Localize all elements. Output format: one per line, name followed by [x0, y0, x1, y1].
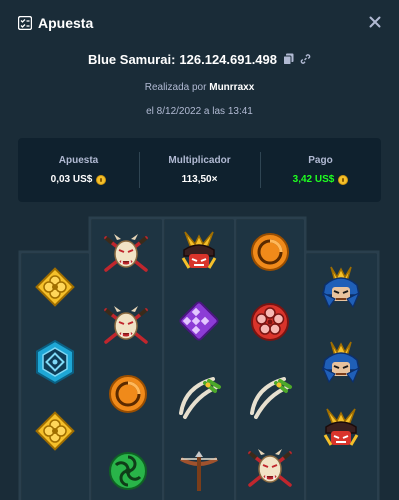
- bet-date: el 8/12/2022 a las 13:41: [146, 106, 253, 117]
- green-tomoe-icon: [109, 452, 147, 490]
- blue-samurai-icon: [321, 341, 361, 384]
- bet-identifier: Blue Samurai: 126.124.691.498: [0, 50, 399, 68]
- copy-icon[interactable]: [283, 53, 294, 65]
- close-icon[interactable]: [367, 14, 383, 30]
- coin-icon: [338, 174, 349, 185]
- gold-flower-icon: [35, 411, 75, 451]
- bet-stats-panel: Apuesta 0,03 US$ Multiplicador 113,50× P…: [18, 138, 381, 202]
- modal-title: Apuesta: [38, 15, 94, 31]
- coin-icon: [96, 174, 107, 185]
- modal-header: Apuesta: [0, 0, 399, 46]
- game-name: Blue Samurai:: [87, 51, 176, 67]
- bet-slip-icon: [18, 16, 32, 30]
- blue-hex-crest-icon: [36, 339, 74, 385]
- multiplier-value: 113,50×: [181, 174, 218, 185]
- samurai-helmet-icon: [181, 231, 217, 269]
- multiplier-stat: Multiplicador 113,50×: [139, 138, 260, 202]
- crossed-swords-icon: [179, 377, 221, 419]
- multiplier-label: Multiplicador: [168, 155, 231, 166]
- red-plum-crest-icon: [251, 303, 289, 341]
- orange-tomoe-icon: [251, 233, 289, 271]
- payout-stat: Pago 3,42 US$: [260, 138, 381, 202]
- purple-diamond-crest-icon: [179, 301, 219, 341]
- placed-by: Realizada por Munrraxx: [0, 82, 399, 93]
- payout-value: 3,42 US$: [292, 174, 335, 185]
- payout-label: Pago: [308, 155, 333, 166]
- bet-amount-label: Apuesta: [58, 155, 99, 166]
- oni-mask-icon: [104, 306, 148, 344]
- crossed-swords-icon: [250, 377, 292, 419]
- placed-by-prefix: Realizada por: [144, 82, 207, 93]
- link-icon[interactable]: [300, 53, 311, 65]
- orange-tomoe-icon: [109, 375, 147, 413]
- blue-samurai-icon: [321, 266, 361, 309]
- placed-by-user[interactable]: Munrraxx: [209, 82, 254, 93]
- samurai-helmet-icon: [323, 408, 359, 446]
- crossbow-icon: [180, 451, 218, 491]
- gold-flower-icon: [35, 267, 75, 307]
- bet-amount-value: 0,03 US$: [50, 174, 93, 185]
- oni-mask-icon: [104, 234, 148, 272]
- oni-mask-icon: [248, 449, 292, 487]
- bet-id: 126.124.691.498: [179, 51, 278, 67]
- bet-amount-stat: Apuesta 0,03 US$: [18, 138, 139, 202]
